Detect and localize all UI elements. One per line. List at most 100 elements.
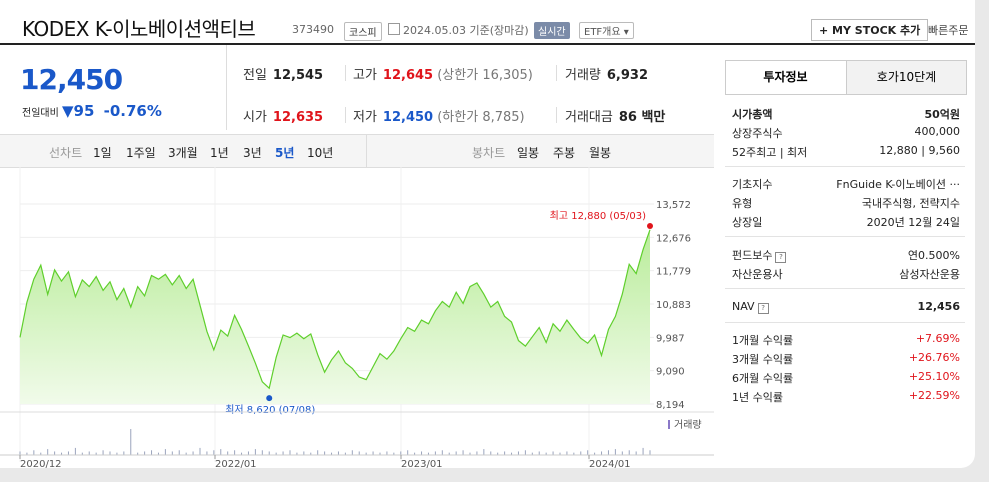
volume-bar [490, 451, 492, 455]
tab-10y[interactable]: 10년 [307, 144, 333, 161]
etf-info-dropdown[interactable]: ETF개요 ▾ [579, 22, 634, 39]
index-value[interactable]: FnGuide K-이노베이션 ··· [836, 176, 960, 192]
stat-open-label: 시가 [243, 110, 267, 125]
volume-bar [213, 450, 215, 455]
row-listed: 상장일 2020년 12월 24일 [732, 214, 960, 230]
sidebar-tabs: 투자정보 호가10단계 [725, 60, 967, 95]
info-sidebar: 투자정보 호가10단계 시가총액 50억원 상장주식수 400,000 52주최고 … [725, 60, 967, 468]
tab-1y[interactable]: 1년 [210, 144, 229, 161]
stat-low: 저가 12,450 (하한가 8,785) [353, 106, 525, 125]
y-tick-label: 9,987 [656, 333, 685, 344]
volume-bar [192, 451, 194, 455]
manager-value: 삼성자산운용 [899, 268, 960, 281]
volume-bar [47, 449, 49, 455]
row-shares: 상장주식수 400,000 [732, 125, 960, 141]
volume-bar [372, 451, 374, 455]
stock-title: KODEX K-이노베이션액티브 [22, 17, 256, 41]
volume-bar [151, 450, 153, 455]
stock-panel: KODEX K-이노베이션액티브 373490 코스피 2024.05.03 기… [0, 0, 975, 468]
volume-bar [102, 450, 104, 455]
volume-bar [614, 449, 616, 455]
help-icon[interactable]: ? [775, 252, 787, 263]
volume-bar [483, 449, 485, 455]
stat-amount-value: 86 백만 [618, 110, 666, 125]
realtime-button[interactable]: 실시간 [534, 22, 570, 39]
tab-daily[interactable]: 일봉 [517, 144, 539, 161]
row-return-1y: 1년 수익률 +22.59% [732, 389, 960, 405]
price-summary: 12,450 전일대비 ▼95 -0.76% [0, 45, 227, 130]
volume-bar [358, 451, 360, 455]
x-tick-label: 2023/01 [401, 459, 443, 468]
volume-bar [171, 451, 173, 455]
tab-3y[interactable]: 3년 [243, 144, 262, 161]
date-basis: 기준(장마감) [469, 24, 529, 37]
y-tick-label: 8,194 [656, 400, 685, 411]
volume-bar [19, 451, 21, 455]
return-1m-label: 1개월 수익률 [732, 334, 794, 347]
stock-code: 373490 [292, 23, 334, 36]
divider [725, 166, 965, 167]
tab-5y[interactable]: 5년 [275, 144, 294, 161]
divider [556, 65, 557, 81]
volume-bar [628, 450, 630, 455]
stat-prev-label: 전일 [243, 68, 267, 83]
y-tick-label: 12,676 [656, 233, 691, 244]
stat-low-value: 12,450 [382, 110, 434, 125]
quick-order-link[interactable]: 빠른주문 [928, 22, 968, 38]
volume-bar [421, 451, 423, 455]
candle-chart-label: 봉차트 [472, 146, 506, 160]
row-manager: 자산운용사 삼성자산운용 [732, 266, 960, 282]
volume-bar [351, 450, 353, 455]
volume-bar [109, 451, 111, 455]
add-mystock-button[interactable]: + MY STOCK 추가 [811, 19, 929, 41]
volume-bar [621, 451, 623, 455]
max-marker [647, 223, 653, 229]
price-chart-area[interactable]: 13,572 12,676 11,779 10,883 9,987 9,090 8,194 최… [0, 167, 714, 468]
stat-open-value: 12,635 [272, 110, 324, 125]
volume-bar [88, 451, 90, 455]
return-6m-label: 6개월 수익률 [732, 372, 794, 385]
tab-1w[interactable]: 1주일 [126, 144, 156, 161]
volume-bar [220, 449, 222, 455]
market-cap-label: 시가총액 [732, 108, 773, 121]
tab-monthly[interactable]: 월봉 [589, 144, 611, 161]
volume-bar [324, 451, 326, 455]
volume-bar [635, 451, 637, 455]
wk52-high: 12,880 [879, 144, 918, 157]
volume-bar [234, 450, 236, 455]
volume-bar [601, 451, 603, 455]
volume-bar [144, 451, 146, 455]
tab-1d[interactable]: 1일 [93, 144, 112, 161]
tab-3m[interactable]: 3개월 [168, 144, 198, 161]
index-label: 기초지수 [732, 178, 773, 191]
volume-bar [517, 451, 519, 455]
volume-bar [247, 451, 249, 455]
volume-bar [455, 451, 457, 455]
fee-value: 연0.500% [907, 249, 960, 262]
price-area [20, 229, 650, 404]
volume-bar [400, 451, 402, 455]
tab-investment-info[interactable]: 투자정보 [726, 61, 845, 94]
line-chart-label: 선차트 [49, 146, 83, 160]
volume-bar [123, 451, 125, 455]
tab-weekly[interactable]: 주봉 [553, 144, 575, 161]
volume-bar [74, 447, 76, 455]
y-tick-label: 10,883 [656, 300, 691, 311]
volume-bar [504, 451, 506, 455]
stat-prev-value: 12,545 [272, 68, 324, 83]
change-percent: -0.76% [103, 102, 162, 120]
row-nav: NAV? 12,456 [732, 300, 960, 314]
help-icon[interactable]: ? [757, 303, 769, 314]
tab-orderbook[interactable]: 호가10단계 [846, 61, 966, 94]
return-3m-value: +26.76% [908, 351, 960, 364]
row-return-3m: 3개월 수익률 +26.76% [732, 351, 960, 367]
divider [345, 107, 346, 123]
listed-label: 상장일 [732, 216, 763, 229]
volume-bar [434, 451, 436, 455]
stat-lower-limit: (하한가 8,785) [437, 110, 525, 125]
y-tick-label: 9,090 [656, 367, 685, 378]
price-chart[interactable]: 13,572 12,676 11,779 10,883 9,987 9,090 8,194 최… [0, 167, 714, 468]
change-value: 95 [73, 102, 95, 120]
return-3m-label: 3개월 수익률 [732, 353, 794, 366]
volume-bar [164, 449, 166, 455]
